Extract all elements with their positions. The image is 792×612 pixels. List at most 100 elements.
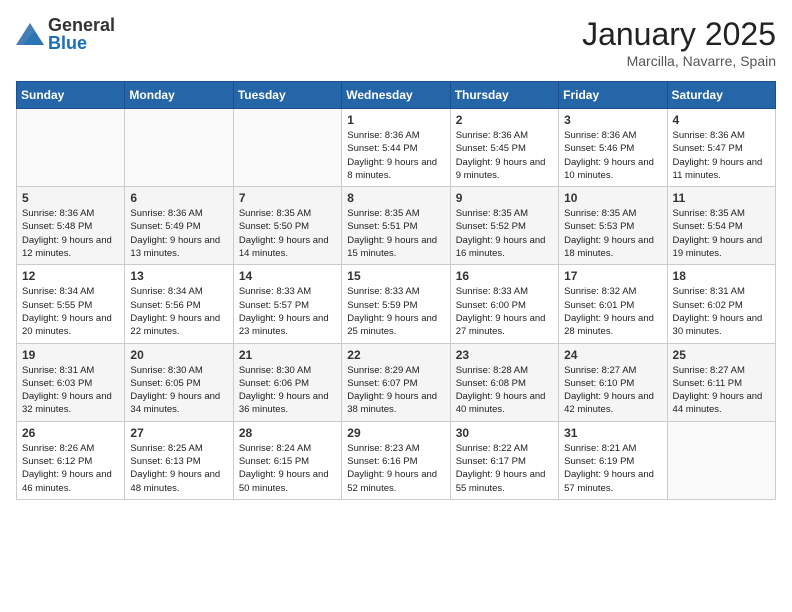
cell-info: Sunrise: 8:34 AMSunset: 5:56 PMDaylight:… (130, 285, 227, 338)
day-header-monday: Monday (125, 82, 233, 109)
calendar-cell: 4 Sunrise: 8:36 AMSunset: 5:47 PMDaylight… (667, 109, 775, 187)
cell-info: Sunrise: 8:36 AMSunset: 5:47 PMDaylight:… (673, 129, 770, 182)
calendar-cell: 19 Sunrise: 8:31 AMSunset: 6:03 PMDayligh… (17, 343, 125, 421)
cell-day-number: 30 (456, 426, 553, 440)
calendar-cell: 18 Sunrise: 8:31 AMSunset: 6:02 PMDayligh… (667, 265, 775, 343)
cell-info: Sunrise: 8:35 AMSunset: 5:50 PMDaylight:… (239, 207, 336, 260)
cell-day-number: 29 (347, 426, 444, 440)
cell-info: Sunrise: 8:34 AMSunset: 5:55 PMDaylight:… (22, 285, 119, 338)
day-header-thursday: Thursday (450, 82, 558, 109)
cell-info: Sunrise: 8:27 AMSunset: 6:10 PMDaylight:… (564, 364, 661, 417)
calendar-cell (233, 109, 341, 187)
cell-info: Sunrise: 8:36 AMSunset: 5:44 PMDaylight:… (347, 129, 444, 182)
cell-info: Sunrise: 8:36 AMSunset: 5:48 PMDaylight:… (22, 207, 119, 260)
cell-day-number: 15 (347, 269, 444, 283)
calendar-cell: 16 Sunrise: 8:33 AMSunset: 6:00 PMDayligh… (450, 265, 558, 343)
cell-info: Sunrise: 8:31 AMSunset: 6:02 PMDaylight:… (673, 285, 770, 338)
calendar-cell: 9Sunrise: 8:35 AMSunset: 5:52 PMDaylight… (450, 187, 558, 265)
cell-day-number: 12 (22, 269, 119, 283)
cell-day-number: 21 (239, 348, 336, 362)
calendar-table: SundayMondayTuesdayWednesdayThursdayFrid… (16, 81, 776, 500)
cell-day-number: 10 (564, 191, 661, 205)
cell-day-number: 24 (564, 348, 661, 362)
calendar-cell: 15 Sunrise: 8:33 AMSunset: 5:59 PMDayligh… (342, 265, 450, 343)
month-year: January 2025 (582, 16, 776, 53)
calendar-cell: 12 Sunrise: 8:34 AMSunset: 5:55 PMDayligh… (17, 265, 125, 343)
cell-info: Sunrise: 8:35 AMSunset: 5:52 PMDaylight:… (456, 207, 553, 260)
calendar-cell: 27 Sunrise: 8:25 AMSunset: 6:13 PMDayligh… (125, 421, 233, 499)
cell-day-number: 26 (22, 426, 119, 440)
calendar-cell: 26 Sunrise: 8:26 AMSunset: 6:12 PMDayligh… (17, 421, 125, 499)
calendar-cell (125, 109, 233, 187)
logo-general-text: General (48, 16, 115, 34)
cell-day-number: 28 (239, 426, 336, 440)
calendar-cell (17, 109, 125, 187)
calendar-cell: 22Sunrise: 8:29 AMSunset: 6:07 PMDayligh… (342, 343, 450, 421)
cell-day-number: 4 (673, 113, 770, 127)
cell-info: Sunrise: 8:28 AMSunset: 6:08 PMDaylight:… (456, 364, 553, 417)
cell-day-number: 14 (239, 269, 336, 283)
calendar-header-row: SundayMondayTuesdayWednesdayThursdayFrid… (17, 82, 776, 109)
cell-day-number: 2 (456, 113, 553, 127)
calendar-cell: 6Sunrise: 8:36 AMSunset: 5:49 PMDaylight… (125, 187, 233, 265)
cell-day-number: 1 (347, 113, 444, 127)
calendar-cell: 10Sunrise: 8:35 AMSunset: 5:53 PMDayligh… (559, 187, 667, 265)
calendar-cell: 21 Sunrise: 8:30 AMSunset: 6:06 PMDayligh… (233, 343, 341, 421)
calendar-cell: 28 Sunrise: 8:24 AMSunset: 6:15 PMDayligh… (233, 421, 341, 499)
calendar-cell: 2 Sunrise: 8:36 AMSunset: 5:45 PMDaylight… (450, 109, 558, 187)
calendar-cell: 23 Sunrise: 8:28 AMSunset: 6:08 PMDayligh… (450, 343, 558, 421)
cell-info: Sunrise: 8:21 AMSunset: 6:19 PMDaylight:… (564, 442, 661, 495)
calendar-cell: 7 Sunrise: 8:35 AMSunset: 5:50 PMDaylight… (233, 187, 341, 265)
cell-day-number: 8 (347, 191, 444, 205)
calendar-week-row: 26 Sunrise: 8:26 AMSunset: 6:12 PMDayligh… (17, 421, 776, 499)
cell-info: Sunrise: 8:36 AMSunset: 5:45 PMDaylight:… (456, 129, 553, 182)
calendar-week-row: 1 Sunrise: 8:36 AMSunset: 5:44 PMDaylight… (17, 109, 776, 187)
cell-info: Sunrise: 8:31 AMSunset: 6:03 PMDaylight:… (22, 364, 119, 417)
calendar-cell: 13Sunrise: 8:34 AMSunset: 5:56 PMDayligh… (125, 265, 233, 343)
day-header-saturday: Saturday (667, 82, 775, 109)
cell-info: Sunrise: 8:22 AMSunset: 6:17 PMDaylight:… (456, 442, 553, 495)
day-header-wednesday: Wednesday (342, 82, 450, 109)
logo: General Blue (16, 16, 115, 52)
day-header-sunday: Sunday (17, 82, 125, 109)
cell-info: Sunrise: 8:33 AMSunset: 5:59 PMDaylight:… (347, 285, 444, 338)
cell-info: Sunrise: 8:33 AMSunset: 6:00 PMDaylight:… (456, 285, 553, 338)
cell-day-number: 16 (456, 269, 553, 283)
calendar-week-row: 19 Sunrise: 8:31 AMSunset: 6:03 PMDayligh… (17, 343, 776, 421)
calendar-cell: 29 Sunrise: 8:23 AMSunset: 6:16 PMDayligh… (342, 421, 450, 499)
cell-day-number: 31 (564, 426, 661, 440)
cell-day-number: 6 (130, 191, 227, 205)
cell-info: Sunrise: 8:25 AMSunset: 6:13 PMDaylight:… (130, 442, 227, 495)
cell-info: Sunrise: 8:24 AMSunset: 6:15 PMDaylight:… (239, 442, 336, 495)
cell-info: Sunrise: 8:35 AMSunset: 5:54 PMDaylight:… (673, 207, 770, 260)
calendar-cell: 30 Sunrise: 8:22 AMSunset: 6:17 PMDayligh… (450, 421, 558, 499)
calendar-cell: 17Sunrise: 8:32 AMSunset: 6:01 PMDayligh… (559, 265, 667, 343)
cell-day-number: 27 (130, 426, 227, 440)
cell-info: Sunrise: 8:30 AMSunset: 6:06 PMDaylight:… (239, 364, 336, 417)
page-header: General Blue January 2025 Marcilla, Nava… (16, 16, 776, 69)
cell-info: Sunrise: 8:29 AMSunset: 6:07 PMDaylight:… (347, 364, 444, 417)
cell-day-number: 19 (22, 348, 119, 362)
calendar-cell: 24 Sunrise: 8:27 AMSunset: 6:10 PMDayligh… (559, 343, 667, 421)
calendar-cell: 3Sunrise: 8:36 AMSunset: 5:46 PMDaylight… (559, 109, 667, 187)
cell-day-number: 23 (456, 348, 553, 362)
cell-day-number: 20 (130, 348, 227, 362)
cell-info: Sunrise: 8:33 AMSunset: 5:57 PMDaylight:… (239, 285, 336, 338)
calendar-week-row: 5 Sunrise: 8:36 AMSunset: 5:48 PMDaylight… (17, 187, 776, 265)
cell-day-number: 7 (239, 191, 336, 205)
cell-day-number: 18 (673, 269, 770, 283)
location: Marcilla, Navarre, Spain (582, 53, 776, 69)
calendar-cell: 5 Sunrise: 8:36 AMSunset: 5:48 PMDaylight… (17, 187, 125, 265)
cell-info: Sunrise: 8:36 AMSunset: 5:46 PMDaylight:… (564, 129, 661, 182)
calendar-cell: 20 Sunrise: 8:30 AMSunset: 6:05 PMDayligh… (125, 343, 233, 421)
day-header-tuesday: Tuesday (233, 82, 341, 109)
calendar-cell: 11 Sunrise: 8:35 AMSunset: 5:54 PMDayligh… (667, 187, 775, 265)
cell-day-number: 11 (673, 191, 770, 205)
logo-icon (16, 23, 44, 45)
cell-info: Sunrise: 8:30 AMSunset: 6:05 PMDaylight:… (130, 364, 227, 417)
logo-blue-text: Blue (48, 34, 115, 52)
cell-info: Sunrise: 8:26 AMSunset: 6:12 PMDaylight:… (22, 442, 119, 495)
cell-info: Sunrise: 8:23 AMSunset: 6:16 PMDaylight:… (347, 442, 444, 495)
cell-day-number: 5 (22, 191, 119, 205)
cell-info: Sunrise: 8:35 AMSunset: 5:51 PMDaylight:… (347, 207, 444, 260)
